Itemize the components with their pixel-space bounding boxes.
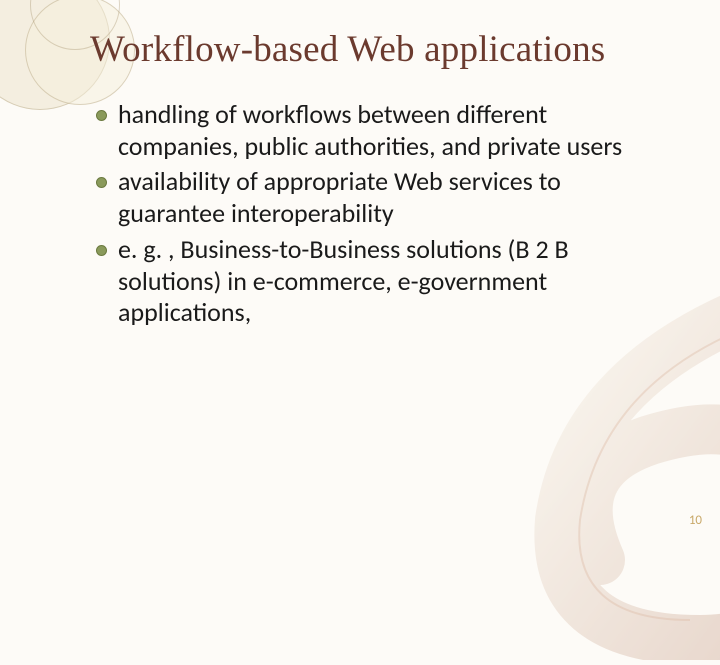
- bullet-item: availability of appropriate Web services…: [118, 166, 670, 229]
- slide-content: Workflow-based Web applications handling…: [0, 0, 720, 540]
- slide-title: Workflow-based Web applications: [90, 28, 670, 71]
- bullet-list: handling of workflows between different …: [90, 99, 670, 329]
- page-number: 10: [689, 513, 702, 528]
- bullet-item: handling of workflows between different …: [118, 99, 670, 162]
- bullet-item: e. g. , Business-to-Business solutions (…: [118, 234, 670, 329]
